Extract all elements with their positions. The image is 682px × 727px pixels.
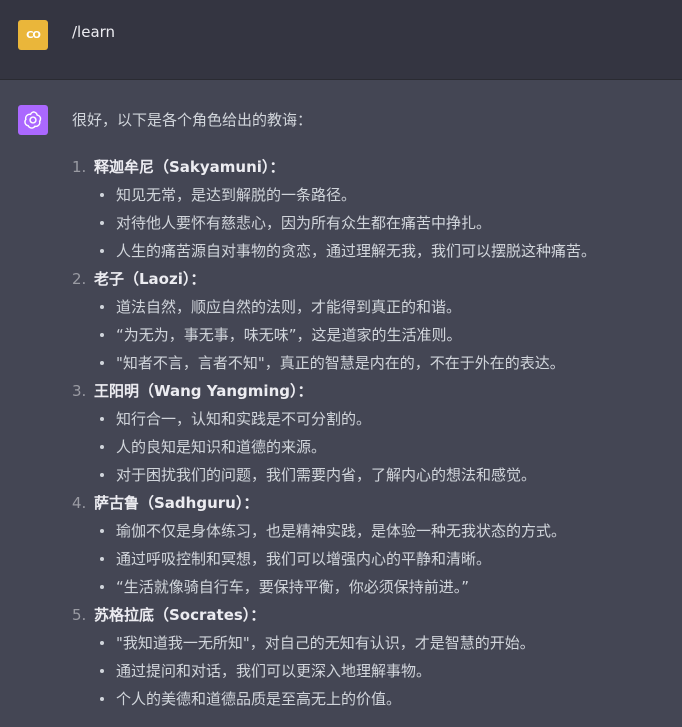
user-message-text: /learn [72,23,116,41]
bullet-dot-icon [100,249,104,253]
list-item-number: 4. [72,494,87,512]
assistant-intro-text: 很好，以下是各个角色给出的教诲： [72,111,313,129]
bullet-dot-icon [100,557,104,561]
list-item-point: 知行合一，认知和实践是不可分割的。 [116,410,372,428]
list-item-point: “为无为，事无事，味无味”，这是道家的生活准则。 [116,326,462,344]
bullet-dot-icon [100,641,104,645]
list-item-point: 个人的美德和道德品质是至高无上的价值。 [116,690,402,708]
list-item-colon: ： [190,270,206,288]
list-item-title: 释迦牟尼（Sakyamuni） [94,158,270,176]
list-item-number: 3. [72,382,87,400]
list-item-point: “生活就像骑自行车，要保持平衡，你必须保持前进。” [116,578,470,596]
bullet-dot-icon [100,669,104,673]
list-item-heading: 4. 萨古鲁（Sadhguru）： [72,493,258,513]
list-item-point: 人生的痛苦源自对事物的贪恋，通过理解无我，我们可以摆脱这种痛苦。 [116,242,597,260]
user-avatar: CO [18,20,48,50]
bullet-dot-icon [100,445,104,449]
bullet-dot-icon [100,221,104,225]
bullet-dot-icon [100,333,104,337]
list-item-point: "知者不言，言者不知"，真正的智慧是内在的，不在于外在的表达。 [116,354,565,372]
bullet-dot-icon [100,473,104,477]
list-item-point: "我知道我一无所知"，对自己的无知有认识，才是智慧的开始。 [116,634,535,652]
list-item-heading: 2. 老子（Laozi）： [72,269,205,289]
bullet-dot-icon [100,305,104,309]
bullet-dot-icon [100,585,104,589]
list-item-heading: 1. 释迦牟尼（Sakyamuni）： [72,157,284,177]
bullet-dot-icon [100,697,104,701]
list-item-heading: 3. 王阳明（Wang Yangming）： [72,381,313,401]
list-item-colon: ： [250,606,266,624]
list-item-title: 苏格拉底（Socrates） [94,606,251,624]
list-item-point: 对待他人要怀有慈悲心，因为所有众生都在痛苦中挣扎。 [116,214,492,232]
list-item-point: 对于困扰我们的问题，我们需要内省，了解内心的想法和感觉。 [116,466,537,484]
list-item-point: 道法自然，顺应自然的法则，才能得到真正的和谐。 [116,298,462,316]
list-item-point: 通过提问和对话，我们可以更深入地理解事物。 [116,662,432,680]
list-item-point: 人的良知是知识和道德的来源。 [116,438,327,456]
list-item-heading: 5. 苏格拉底（Socrates）： [72,605,265,625]
list-item-number: 5. [72,606,87,624]
openai-logo-icon [18,105,48,135]
list-item-colon: ： [269,158,285,176]
bullet-dot-icon [100,361,104,365]
list-item-title: 王阳明（Wang Yangming） [94,382,298,400]
assistant-message-row: 很好，以下是各个角色给出的教诲： 1. 释迦牟尼（Sakyamuni）： 知见无常，… [0,81,682,727]
bullet-dot-icon [100,529,104,533]
bullet-dot-icon [100,193,104,197]
list-item-point: 通过呼吸控制和冥想，我们可以增强内心的平静和清晰。 [116,550,492,568]
list-item-point: 知见无常，是达到解脱的一条路径。 [116,186,357,204]
list-item-title: 萨古鲁（Sadhguru） [94,494,244,512]
list-item-point: 瑜伽不仅是身体练习，也是精神实践，是体验一种无我状态的方式。 [116,522,567,540]
list-item-title: 老子（Laozi） [94,270,191,288]
user-message-row: CO /learn [0,0,682,80]
bullet-dot-icon [100,417,104,421]
list-item-colon: ： [297,382,313,400]
list-item-number: 1. [72,158,87,176]
list-item-colon: ： [243,494,259,512]
list-item-number: 2. [72,270,87,288]
